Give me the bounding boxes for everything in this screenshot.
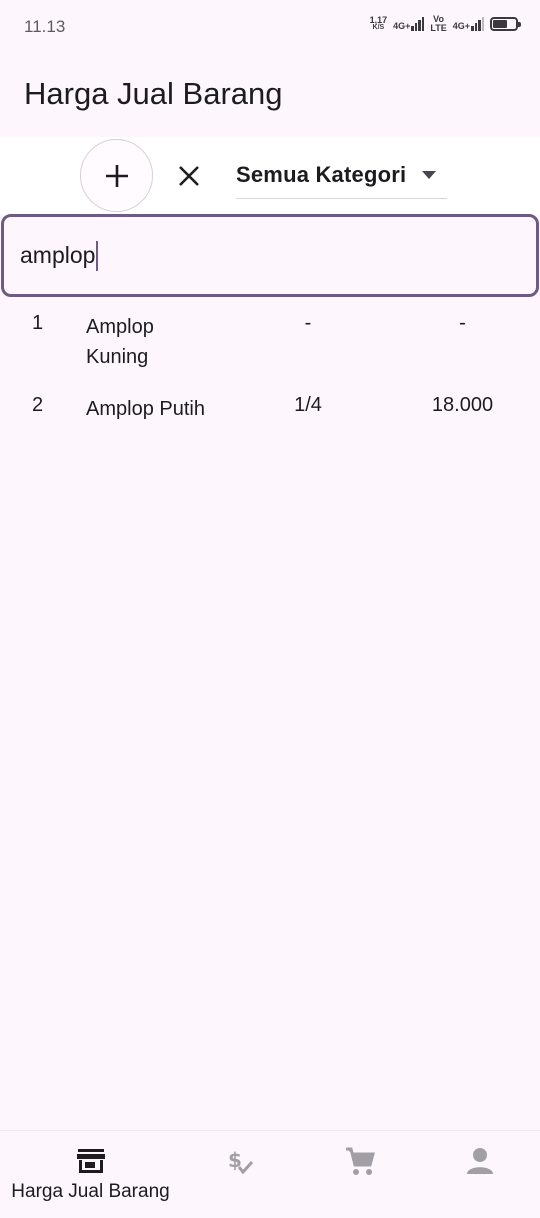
network-speed-value: 1,17 <box>369 15 388 25</box>
results-list: 1 Amplop Kuning - - 2 Amplop Putih 1/4 1… <box>0 308 540 442</box>
page-title: Harga Jual Barang <box>24 76 283 111</box>
cart-icon <box>344 1145 376 1177</box>
nav-item-pricing[interactable]: $ <box>173 1131 308 1218</box>
category-selected-label: Semua Kategori <box>236 161 407 187</box>
item-price: - <box>459 312 466 334</box>
clear-filter-button[interactable] <box>171 158 207 194</box>
signal-1-label: 4G+ <box>393 21 411 31</box>
list-item[interactable]: 2 Amplop Putih 1/4 18.000 <box>0 390 540 442</box>
item-name: Amplop Kuning <box>86 316 154 368</box>
battery-fill <box>493 20 508 28</box>
search-input[interactable]: amplop <box>1 214 539 297</box>
battery-icon <box>490 17 521 31</box>
store-icon <box>75 1145 107 1177</box>
item-number: 1 <box>32 312 44 334</box>
network-speed: 1,17 K/S <box>370 16 388 32</box>
item-unit: - <box>304 312 312 334</box>
volte-bottom: LTE <box>430 23 447 33</box>
search-input-value[interactable]: amplop <box>20 242 95 269</box>
item-unit: 1/4 <box>294 394 322 416</box>
status-time: 11.13 <box>24 17 66 36</box>
signal-1-icon: 4G+ <box>393 17 425 31</box>
person-icon <box>464 1145 496 1177</box>
nav-item-label: Harga Jual Barang <box>11 1181 170 1202</box>
bottom-navigation: Harga Jual Barang $ <box>0 1130 540 1218</box>
list-item[interactable]: 1 Amplop Kuning - - <box>0 308 540 380</box>
item-number: 2 <box>32 394 44 416</box>
signal-2-icon: 4G+ <box>453 17 484 31</box>
signal-2-label: 4G+ <box>452 21 470 31</box>
caret-down-icon <box>422 170 436 179</box>
volte-icon: Vo LTE <box>430 15 446 33</box>
nav-item-harga-jual[interactable]: Harga Jual Barang <box>11 1131 170 1218</box>
network-speed-unit: K/S <box>372 24 385 31</box>
add-item-button[interactable] <box>80 139 153 212</box>
text-cursor <box>96 240 99 271</box>
item-name: Amplop Putih <box>86 398 205 420</box>
status-icons: 1,17 K/S 4G+ Vo LTE 4G+ <box>370 15 521 33</box>
nav-item-cart[interactable] <box>292 1131 427 1218</box>
status-bar: 11.13 1,17 K/S 4G+ Vo LTE 4G+ <box>0 0 540 56</box>
dollar-check-icon: $ <box>225 1145 257 1177</box>
item-price: 18.000 <box>431 394 494 416</box>
plus-icon <box>105 164 128 187</box>
toolbar: Semua Kategori <box>0 137 540 215</box>
close-icon <box>179 166 199 186</box>
nav-item-profile[interactable] <box>412 1131 540 1218</box>
category-dropdown[interactable]: Semua Kategori <box>236 151 447 199</box>
